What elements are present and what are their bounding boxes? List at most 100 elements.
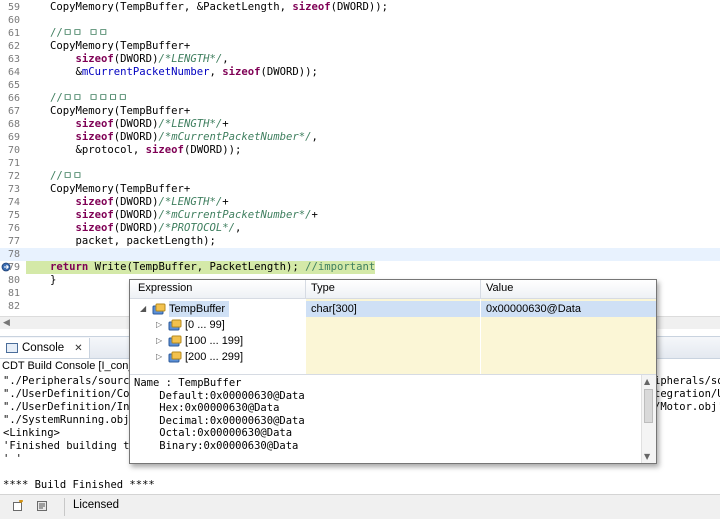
- expand-arrow-icon[interactable]: ▷: [156, 320, 162, 329]
- column-divider[interactable]: [305, 280, 306, 298]
- breakpoint-arrow-icon[interactable]: [1, 262, 11, 272]
- code-line[interactable]: 60: [0, 14, 720, 27]
- detail-line: Octal:0x00000630@Data: [134, 427, 293, 439]
- code-token: sizeof: [222, 66, 261, 78]
- code-line[interactable]: 69 sizeof(DWORD)/*mCurrentPacketNumber*/…: [0, 131, 720, 144]
- line-number[interactable]: 75: [8, 209, 26, 222]
- expand-arrow-icon[interactable]: ▷: [156, 336, 162, 345]
- code-line[interactable]: 73 CopyMemory(TempBuffer+: [0, 183, 720, 196]
- line-number[interactable]: 80: [8, 274, 26, 287]
- expand-arrow-icon[interactable]: ▷: [156, 352, 162, 361]
- code-line[interactable]: 65: [0, 79, 720, 92]
- column-value[interactable]: Value: [486, 282, 513, 294]
- expression-row-child[interactable]: ▷ [100 ... 199]: [130, 333, 656, 349]
- scroll-left-icon[interactable]: ◀: [3, 318, 10, 328]
- line-number[interactable]: 72: [8, 170, 26, 183]
- code-token: sizeof: [75, 118, 114, 130]
- new-connection-icon[interactable]: [12, 500, 24, 512]
- line-number[interactable]: 61: [8, 27, 26, 40]
- code-token: /*mCurrentPacketNumber*/: [158, 209, 312, 221]
- tab-console[interactable]: Console ✕: [0, 338, 90, 358]
- code-text: //ㅁㅁ ㅁㅁ: [50, 27, 108, 40]
- console-tab-label: Console: [22, 342, 65, 354]
- code-line[interactable]: 68 sizeof(DWORD)/*LENGTH*/+: [0, 118, 720, 131]
- code-line[interactable]: 75 sizeof(DWORD)/*mCurrentPacketNumber*/…: [0, 209, 720, 222]
- code-token: //important: [305, 261, 376, 273]
- code-editor[interactable]: 59 CopyMemory(TempBuffer, &PacketLength, …: [0, 0, 720, 316]
- scroll-down-icon[interactable]: ▼: [644, 452, 650, 461]
- code-line[interactable]: 64 &mCurrentPacketNumber, sizeof(DWORD))…: [0, 66, 720, 79]
- license-status: Licensed: [73, 499, 120, 511]
- code-line[interactable]: 76 sizeof(DWORD)/*PROTOCOL*/,: [0, 222, 720, 235]
- code-line[interactable]: 67 CopyMemory(TempBuffer+: [0, 105, 720, 118]
- expression-detail-pane[interactable]: Name : TempBuffer Default:0x00000630@Dat…: [130, 374, 656, 463]
- line-number[interactable]: 65: [8, 79, 26, 92]
- console-line-overflow: /Motor.obj': [654, 401, 720, 413]
- code-line[interactable]: 72 //ㅁㅁ: [0, 170, 720, 183]
- line-number[interactable]: 68: [8, 118, 26, 131]
- expression-type: char[300]: [306, 301, 480, 317]
- column-divider[interactable]: [480, 280, 481, 298]
- detail-line: Name : TempBuffer: [134, 377, 242, 389]
- column-expression[interactable]: Expression: [138, 282, 192, 294]
- code-token: }: [50, 274, 57, 286]
- line-number[interactable]: 73: [8, 183, 26, 196]
- scroll-up-icon[interactable]: ▲: [644, 377, 650, 386]
- line-number[interactable]: 59: [8, 1, 26, 14]
- line-number[interactable]: 82: [8, 300, 26, 313]
- code-text: //ㅁㅁ ㅁㅁㅁㅁ: [50, 92, 128, 105]
- line-number[interactable]: 60: [8, 14, 26, 27]
- line-number[interactable]: 77: [8, 235, 26, 248]
- line-number[interactable]: 63: [8, 53, 26, 66]
- code-line[interactable]: 74 sizeof(DWORD)/*LENGTH*/+: [0, 196, 720, 209]
- expression-hover-popup[interactable]: Expression Type Value ◢ TempBuffer char[30…: [129, 279, 657, 464]
- code-line[interactable]: 71: [0, 157, 720, 170]
- line-number[interactable]: 62: [8, 40, 26, 53]
- code-line[interactable]: 77 packet, packetLength);: [0, 235, 720, 248]
- code-token: ,: [235, 222, 242, 234]
- line-number[interactable]: 70: [8, 144, 26, 157]
- close-icon[interactable]: ✕: [74, 343, 82, 354]
- line-number[interactable]: 71: [8, 157, 26, 170]
- code-token: CopyMemory(TempBuffer+: [50, 40, 191, 52]
- column-type[interactable]: Type: [311, 282, 335, 294]
- line-number[interactable]: 81: [8, 287, 26, 300]
- code-line[interactable]: 70 &protocol, sizeof(DWORD));: [0, 144, 720, 157]
- code-line[interactable]: 59 CopyMemory(TempBuffer, &PacketLength, …: [0, 1, 720, 14]
- code-line[interactable]: 62 CopyMemory(TempBuffer+: [0, 40, 720, 53]
- code-token: /*LENGTH*/: [158, 53, 223, 65]
- line-number[interactable]: 67: [8, 105, 26, 118]
- line-number[interactable]: 64: [8, 66, 26, 79]
- code-token: (DWORD): [113, 209, 159, 221]
- line-number[interactable]: 66: [8, 92, 26, 105]
- line-number[interactable]: 78: [8, 248, 26, 261]
- expression-tree[interactable]: ◢ TempBuffer char[300] 0x00000630@Data ▷ [0 .…: [130, 299, 656, 374]
- expression-row-root[interactable]: ◢ TempBuffer char[300] 0x00000630@Data: [130, 301, 656, 317]
- code-line[interactable]: 78: [0, 248, 720, 261]
- code-text: CopyMemory(TempBuffer, &PacketLength, si…: [50, 1, 388, 14]
- code-text: sizeof(DWORD)/*LENGTH*/,: [50, 53, 229, 66]
- detail-vertical-scrollbar[interactable]: ▲ ▼: [641, 375, 656, 463]
- code-line[interactable]: 66 //ㅁㅁ ㅁㅁㅁㅁ: [0, 92, 720, 105]
- target-config-icon[interactable]: [36, 500, 48, 512]
- line-number[interactable]: 74: [8, 196, 26, 209]
- code-line[interactable]: 61 //ㅁㅁ ㅁㅁ: [0, 27, 720, 40]
- collapse-arrow-icon[interactable]: ◢: [140, 304, 146, 313]
- line-number[interactable]: 76: [8, 222, 26, 235]
- variable-icon: [152, 303, 166, 315]
- line-number[interactable]: 69: [8, 131, 26, 144]
- console-line: "./UserDefinition/Con: [3, 388, 136, 400]
- expression-row-child[interactable]: ▷ [0 ... 99]: [130, 317, 656, 333]
- scroll-thumb[interactable]: [644, 389, 653, 423]
- code-line[interactable]: 79 return Write(TempBuffer, PacketLength)…: [0, 261, 720, 274]
- code-token: (DWORD): [113, 196, 159, 208]
- code-token: packet, packetLength);: [50, 235, 216, 247]
- code-token: return: [50, 261, 89, 273]
- code-token: &protocol,: [50, 144, 146, 156]
- code-line[interactable]: 63 sizeof(DWORD)/*LENGTH*/,: [0, 53, 720, 66]
- expression-row-child[interactable]: ▷ [200 ... 299]: [130, 349, 656, 365]
- code-token: sizeof: [75, 222, 114, 234]
